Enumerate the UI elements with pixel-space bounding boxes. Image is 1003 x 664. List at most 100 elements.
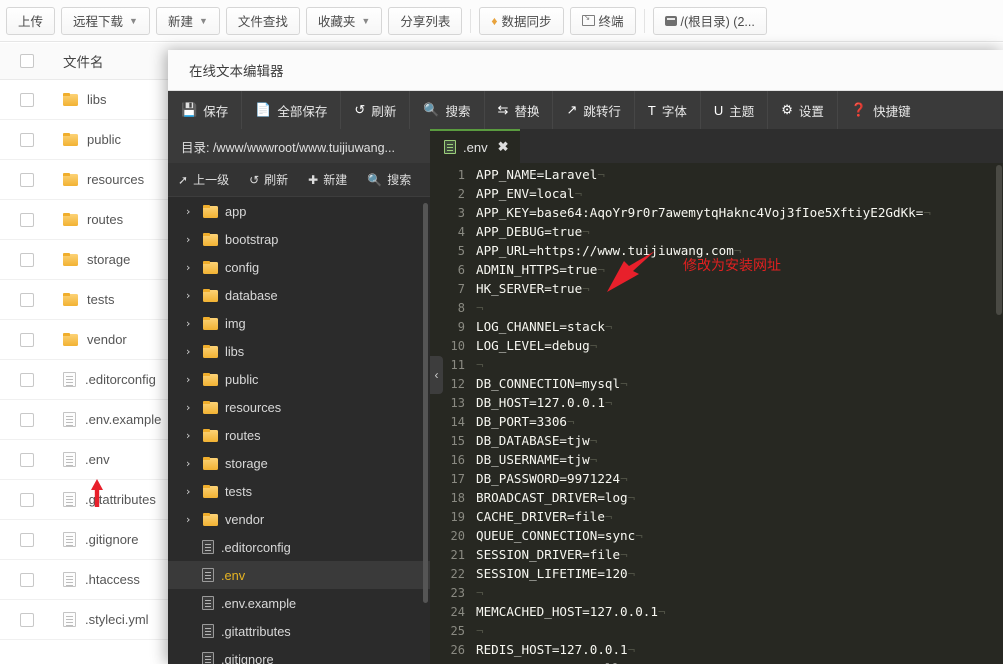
file-name-label[interactable]: routes [87, 212, 123, 227]
tree-item[interactable]: › routes [168, 421, 430, 449]
row-checkbox[interactable] [20, 212, 34, 227]
row-checkbox[interactable] [20, 252, 34, 267]
theme-button[interactable]: U 主题 [701, 91, 769, 129]
code-line[interactable]: 21 SESSION_DRIVER=file¬ [430, 545, 1003, 564]
tree-search-button[interactable]: 🔍 搜索 [357, 163, 421, 197]
remote-download-button[interactable]: 远程下载 ▼ [61, 6, 150, 35]
file-name-label[interactable]: storage [87, 252, 130, 267]
file-name-label[interactable]: vendor [87, 332, 127, 347]
code-vertical-scrollbar[interactable] [996, 165, 1002, 315]
tree-item[interactable]: .gitignore [168, 645, 430, 664]
row-checkbox[interactable] [20, 92, 34, 107]
chevron-right-icon[interactable]: › [186, 457, 195, 470]
code-line[interactable]: 15 DB_DATABASE=tjw¬ [430, 431, 1003, 450]
row-checkbox[interactable] [20, 132, 34, 147]
new-button[interactable]: 新建 ▼ [155, 6, 220, 35]
code-line[interactable]: 27REDIS_PASSWORD=null¬ [430, 659, 1003, 664]
terminal-button[interactable]: 终端 [569, 6, 636, 35]
file-name-label[interactable]: .env.example [85, 412, 161, 427]
settings-button[interactable]: ⚙ 设置 [768, 91, 838, 129]
code-line[interactable]: 13 DB_HOST=127.0.0.1¬ [430, 393, 1003, 412]
chevron-right-icon[interactable]: › [186, 373, 195, 386]
tree-item[interactable]: › img [168, 309, 430, 337]
tree-item[interactable]: › bootstrap [168, 225, 430, 253]
chevron-right-icon[interactable]: › [186, 261, 195, 274]
tree-new-button[interactable]: ✚ 新建 [298, 163, 357, 197]
row-checkbox[interactable] [20, 292, 34, 307]
code-line[interactable]: 2 APP_ENV=local¬ [430, 184, 1003, 203]
refresh-button[interactable]: ↺ 刷新 [341, 91, 411, 129]
row-checkbox[interactable] [20, 332, 34, 347]
file-name-label[interactable]: public [87, 132, 121, 147]
row-checkbox[interactable] [20, 572, 34, 587]
tree-item[interactable]: › config [168, 253, 430, 281]
file-name-label[interactable]: .env [85, 452, 110, 467]
code-line[interactable]: 12 DB_CONNECTION=mysql¬ [430, 374, 1003, 393]
file-search-button[interactable]: 文件查找 [225, 6, 300, 35]
file-name-label[interactable]: libs [87, 92, 107, 107]
tree-item[interactable]: › database [168, 281, 430, 309]
row-checkbox[interactable] [20, 492, 34, 507]
data-sync-button[interactable]: ♦ 数据同步 [479, 6, 564, 35]
code-line[interactable]: 3 APP_KEY=base64:AqoYr9r0r7awemytqHaknc4V… [430, 203, 1003, 222]
chevron-right-icon[interactable]: › [186, 289, 195, 302]
row-checkbox[interactable] [20, 372, 34, 387]
code-line[interactable]: 25 ¬ [430, 621, 1003, 640]
code-area[interactable]: 1 APP_NAME=Laravel¬ 2 APP_ENV=local¬ 3 APP_KE… [430, 163, 1003, 664]
file-name-label[interactable]: .styleci.yml [85, 612, 149, 627]
row-checkbox[interactable] [20, 412, 34, 427]
up-level-button[interactable]: ➚ 上一级 [168, 163, 239, 197]
code-line[interactable]: 11 ¬ [430, 355, 1003, 374]
code-line[interactable]: 9 LOG_CHANNEL=stack¬ [430, 317, 1003, 336]
code-line[interactable]: 17 DB_PASSWORD=9971224¬ [430, 469, 1003, 488]
share-list-button[interactable]: 分享列表 [388, 6, 463, 35]
chevron-right-icon[interactable]: › [186, 429, 195, 442]
panel-collapse-handle[interactable]: ‹ [430, 356, 443, 394]
file-name-label[interactable]: .gitignore [85, 532, 138, 547]
tree-item[interactable]: .env.example [168, 589, 430, 617]
code-line[interactable]: 7 HK_SERVER=true¬ [430, 279, 1003, 298]
tree-item[interactable]: .env [168, 561, 430, 589]
chevron-right-icon[interactable]: › [186, 205, 195, 218]
code-line[interactable]: 20 QUEUE_CONNECTION=sync¬ [430, 526, 1003, 545]
row-checkbox[interactable] [20, 532, 34, 547]
code-line[interactable]: 24 MEMCACHED_HOST=127.0.0.1¬ [430, 602, 1003, 621]
goto-line-button[interactable]: ↗ 跳转行 [553, 91, 635, 129]
code-line[interactable]: 19 CACHE_DRIVER=file¬ [430, 507, 1003, 526]
file-name-label[interactable]: .htaccess [85, 572, 140, 587]
chevron-right-icon[interactable]: › [186, 485, 195, 498]
file-name-label[interactable]: resources [87, 172, 144, 187]
chevron-right-icon[interactable]: › [186, 345, 195, 358]
tree-item[interactable]: › app [168, 197, 430, 225]
chevron-right-icon[interactable]: › [186, 513, 195, 526]
row-checkbox[interactable] [20, 612, 34, 627]
row-checkbox[interactable] [20, 172, 34, 187]
code-line[interactable]: 26 REDIS_HOST=127.0.0.1¬ [430, 640, 1003, 659]
disk-root-button[interactable]: /(根目录) (2... [652, 6, 767, 35]
search-button[interactable]: 🔍 搜索 [410, 91, 485, 129]
code-line[interactable]: 14 DB_PORT=3306¬ [430, 412, 1003, 431]
chevron-right-icon[interactable]: › [186, 401, 195, 414]
close-icon[interactable]: ✖ [498, 139, 509, 155]
chevron-right-icon[interactable]: › [186, 317, 195, 330]
code-line[interactable]: 22 SESSION_LIFETIME=120¬ [430, 564, 1003, 583]
save-button[interactable]: 💾 保存 [168, 91, 243, 129]
tree-item[interactable]: › libs [168, 337, 430, 365]
tree-item[interactable]: › public [168, 365, 430, 393]
upload-button[interactable]: 上传 [6, 6, 56, 35]
code-line[interactable]: 1 APP_NAME=Laravel¬ [430, 165, 1003, 184]
chevron-right-icon[interactable]: › [186, 233, 195, 246]
font-button[interactable]: T 字体 [635, 91, 701, 129]
file-tree-scrollbar[interactable] [423, 203, 428, 603]
tree-item[interactable]: › resources [168, 393, 430, 421]
tree-refresh-button[interactable]: ↺ 刷新 [239, 163, 298, 197]
replace-button[interactable]: ⇆ 替换 [485, 91, 554, 129]
tree-item[interactable]: › storage [168, 449, 430, 477]
favorites-button[interactable]: 收藏夹 ▼ [305, 6, 383, 35]
code-line[interactable]: 10 LOG_LEVEL=debug¬ [430, 336, 1003, 355]
file-name-label[interactable]: tests [87, 292, 114, 307]
code-line[interactable]: 18 BROADCAST_DRIVER=log¬ [430, 488, 1003, 507]
code-line[interactable]: 23 ¬ [430, 583, 1003, 602]
tree-item[interactable]: › tests [168, 477, 430, 505]
tree-item[interactable]: .editorconfig [168, 533, 430, 561]
